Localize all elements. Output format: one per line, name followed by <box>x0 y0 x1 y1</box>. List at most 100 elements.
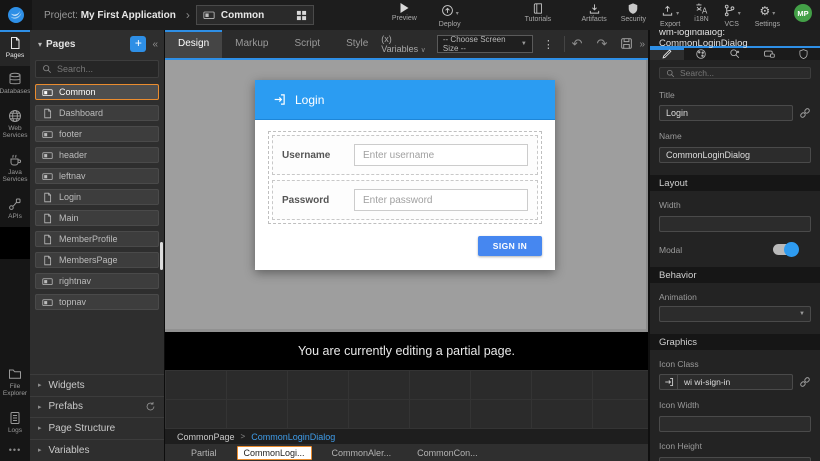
username-row[interactable]: Username <box>272 135 538 175</box>
password-row[interactable]: Password <box>272 180 538 220</box>
title-field-input[interactable] <box>659 105 793 121</box>
page-item-rightnav[interactable]: rightnav <box>35 273 159 289</box>
page-item-topnav[interactable]: topnav <box>35 294 159 310</box>
refresh-icon[interactable] <box>145 401 156 412</box>
tab-style[interactable]: Style <box>333 30 381 58</box>
canvas-grid-area[interactable] <box>165 370 648 429</box>
pages-search-input[interactable] <box>57 64 152 74</box>
width-field-input[interactable] <box>659 216 811 232</box>
preview-button[interactable]: Preview <box>392 2 417 22</box>
icon-height-field-input[interactable] <box>659 457 811 461</box>
rail-item-logs[interactable]: Logs <box>0 405 30 441</box>
tab-common-alert-dialog[interactable]: CommonAler... <box>326 447 398 459</box>
add-page-button[interactable]: + <box>130 36 146 52</box>
settings-button[interactable]: ⚙▾ Settings <box>755 2 780 28</box>
rail-more-button[interactable]: ••• <box>0 441 30 461</box>
page-item-leftnav[interactable]: leftnav <box>35 168 159 184</box>
properties-search[interactable] <box>659 67 811 79</box>
pages-list: Common Dashboard footer header leftnav Login M… <box>30 84 164 315</box>
artifacts-button[interactable]: Artifacts <box>581 2 606 23</box>
tab-markup[interactable]: Markup <box>222 30 281 58</box>
security-button[interactable]: Security <box>621 2 646 23</box>
username-input[interactable] <box>354 144 528 166</box>
page-item-memberprofile[interactable]: MemberProfile <box>35 231 159 247</box>
section-graphics[interactable]: Graphics <box>650 334 820 350</box>
tab-common-login-dialog[interactable]: CommonLogi... <box>237 446 312 460</box>
login-dialog-widget[interactable]: Login Username Password SIG <box>255 80 555 270</box>
page-item-main[interactable]: Main <box>35 210 159 226</box>
icon-class-input-group[interactable]: wi wi-sign-in <box>659 374 793 390</box>
tab-properties[interactable] <box>650 48 684 60</box>
variables-menu[interactable]: (x) Variables ∨ <box>381 34 427 54</box>
tutorials-button[interactable]: Tutorials <box>525 2 552 23</box>
save-button[interactable] <box>620 35 633 53</box>
i18n-button[interactable]: A i18N <box>694 2 708 23</box>
section-page-structure[interactable]: ▸ Page Structure <box>30 418 164 440</box>
icon-class-field-label: Icon Class <box>659 359 811 369</box>
vcs-button[interactable]: ▾ VCS <box>723 2 741 28</box>
rail-item-pages[interactable]: Pages <box>0 30 30 66</box>
page-item-footer[interactable]: footer <box>35 126 159 142</box>
name-field-input[interactable] <box>659 147 811 163</box>
page-item-login[interactable]: Login <box>35 189 159 205</box>
dialog-header[interactable]: Login <box>255 80 555 120</box>
redo-button[interactable]: ↷ <box>597 36 608 52</box>
properties-panel-body: Title Name Layout Width Modal Behavior A… <box>650 81 820 461</box>
export-button[interactable]: ▾ Export <box>660 2 680 28</box>
chevron-down-icon: ▾ <box>456 11 459 17</box>
section-variables[interactable]: ▸ Variables <box>30 440 164 461</box>
section-layout[interactable]: Layout <box>650 175 820 191</box>
properties-search-input[interactable] <box>680 68 804 78</box>
chevron-right-icon: ▸ <box>38 424 42 432</box>
section-behavior[interactable]: Behavior <box>650 267 820 283</box>
rail-item-apis[interactable]: APIs <box>0 191 30 227</box>
topbar-actions: Preview ▾ Deploy Tutorials <box>392 2 551 28</box>
password-input[interactable] <box>354 189 528 211</box>
section-prefabs[interactable]: ▸ Prefabs <box>30 397 164 419</box>
design-canvas[interactable]: Login Username Password SIG <box>165 58 648 332</box>
coffee-cup-icon <box>8 153 22 167</box>
page-item-memberspage[interactable]: MembersPage <box>35 252 159 268</box>
modal-toggle[interactable] <box>773 244 797 255</box>
tab-script[interactable]: Script <box>282 30 334 58</box>
deploy-button[interactable]: ▾ Deploy <box>439 2 461 28</box>
user-avatar[interactable]: MP <box>794 4 812 22</box>
icon-width-field-input[interactable] <box>659 416 811 432</box>
screen-size-select[interactable]: -- Choose Screen Size -- ▼ <box>437 35 533 53</box>
tab-events[interactable] <box>718 48 752 60</box>
page-item-header[interactable]: header <box>35 147 159 163</box>
pages-scrollbar[interactable] <box>160 242 163 270</box>
tab-dialogs[interactable] <box>752 48 786 60</box>
expand-inspector-button[interactable]: » <box>639 39 645 50</box>
breadcrumb-parent[interactable]: CommonPage <box>177 432 235 442</box>
pages-panel: ▾ Pages + « Common Dashboard footer header l… <box>30 30 165 461</box>
bind-link-icon[interactable] <box>799 373 811 391</box>
rail-item-java-services[interactable]: Java Services <box>0 147 30 191</box>
breadcrumb-current[interactable]: CommonLoginDialog <box>251 432 335 442</box>
tab-partial[interactable]: Partial <box>185 447 223 459</box>
chevron-right-icon: ▸ <box>38 446 42 454</box>
page-item-dashboard[interactable]: Dashboard <box>35 105 159 121</box>
rail-item-file-explorer[interactable]: File Explorer <box>0 361 30 405</box>
rail-item-databases[interactable]: Databases <box>0 66 30 102</box>
pages-search[interactable] <box>35 60 159 78</box>
sign-in-button[interactable]: SIGN IN <box>478 236 542 256</box>
pages-panel-header[interactable]: ▾ Pages + « <box>30 30 164 58</box>
tab-security[interactable] <box>786 48 820 60</box>
tab-common-confirm-dialog[interactable]: CommonCon... <box>411 447 484 459</box>
tab-design[interactable]: Design <box>165 30 222 58</box>
collapse-panel-button[interactable]: « <box>150 39 160 50</box>
animation-select[interactable]: ▼ <box>659 306 811 322</box>
bind-link-icon[interactable] <box>799 104 811 122</box>
more-options-button[interactable]: ⋮ <box>543 38 554 51</box>
top-bar: Project: My First Application › Common P… <box>0 0 820 30</box>
tab-styles[interactable] <box>684 48 718 60</box>
rail-item-web-services[interactable]: Web Services <box>0 103 30 147</box>
page-item-common[interactable]: Common <box>35 84 159 100</box>
undo-button[interactable]: ↶ <box>572 36 583 52</box>
section-widgets[interactable]: ▸ Widgets <box>30 375 164 397</box>
breadcrumb-separator: > <box>241 432 246 441</box>
page-selector-dropdown[interactable]: Common <box>196 5 314 25</box>
login-form[interactable]: Username Password <box>268 131 542 224</box>
app-logo[interactable] <box>0 0 32 30</box>
